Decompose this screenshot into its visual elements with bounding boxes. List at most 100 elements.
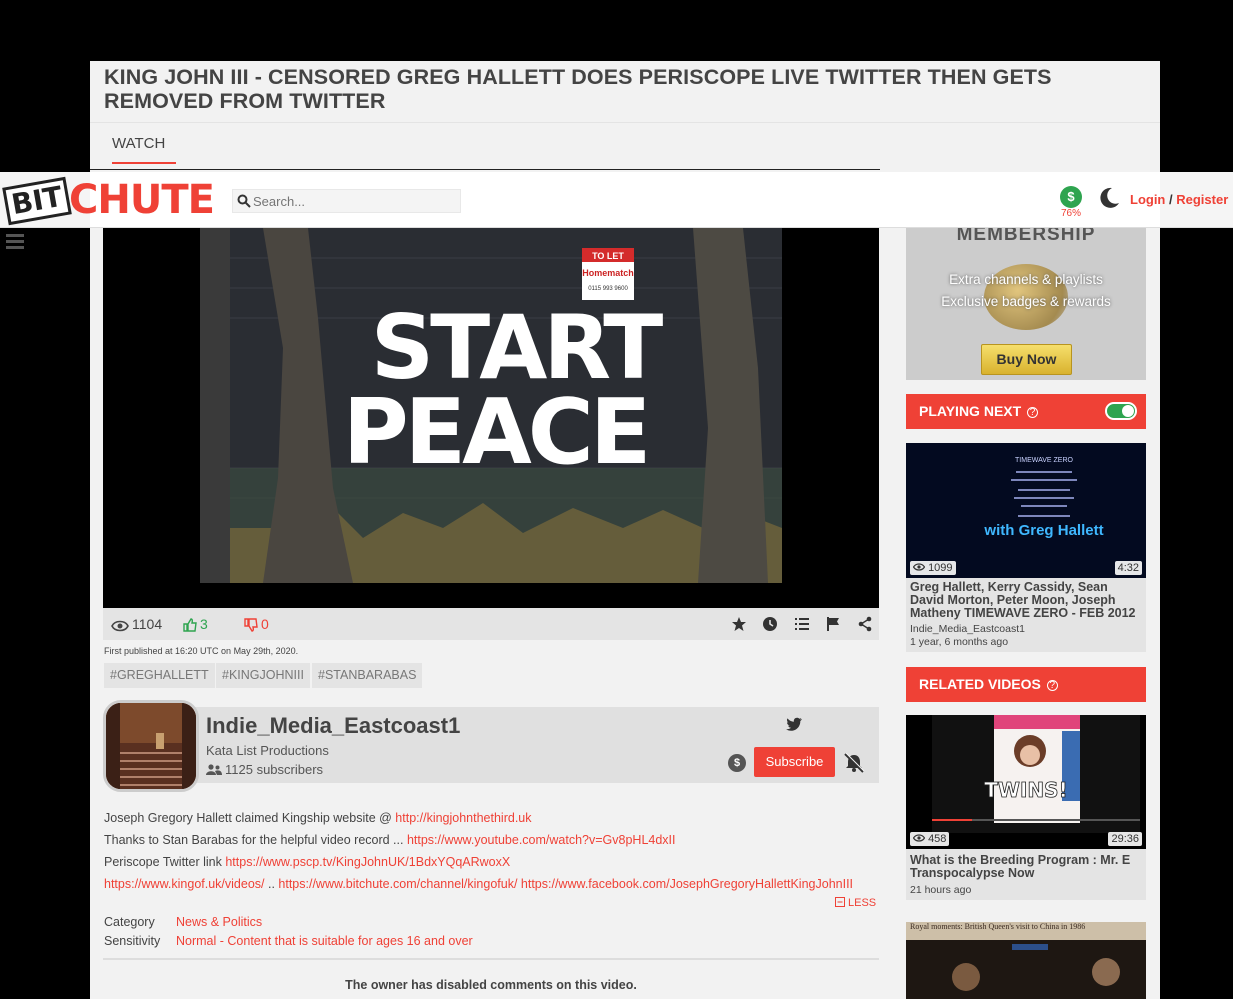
subscribe-button[interactable]: Subscribe [754,747,835,777]
video-player[interactable]: TO LET Homematch 0115 993 9600 START PEA… [103,228,879,608]
membership-title: MEMBERSHIP [956,228,1096,245]
published-date: First published at 16:20 UTC on May 29th… [104,646,299,656]
category-row: Category News & Politics [104,915,262,929]
video-frame: TO LET Homematch 0115 993 9600 START PEA… [103,228,879,608]
channel-avatar[interactable] [103,700,199,792]
category-link[interactable]: News & Politics [176,915,262,929]
video-thumbnail[interactable]: TIMEWAVE ZERO with Greg Hallett 1099 4:3… [906,443,1146,578]
video-stats-bar: 1104 3 0 [103,608,879,640]
channel-box: Indie_Media_Eastcoast1 Kata List Product… [103,700,879,792]
description-line: Thanks to Stan Barabas for the helpful v… [104,833,676,847]
thumb-caption: TWINS! [984,778,1067,802]
eye-icon [912,563,926,571]
category-label: Category [104,915,155,929]
autoplay-toggle[interactable] [1105,402,1137,420]
video-age: 21 hours ago [910,884,972,896]
thumb-caption: Royal moments: British Queen's visit to … [910,922,1085,931]
description-link[interactable]: https://www.kingof.uk/videos/ [104,877,265,891]
thumbs-down-icon [244,618,258,632]
wallet-button[interactable]: $ 76% [1058,186,1084,224]
share-icon[interactable] [857,616,873,632]
video-age: 1 year, 6 months ago [910,636,1009,648]
description-line: https://www.kingof.uk/videos/ .. https:/… [104,877,854,891]
video-thumbnail[interactable]: Royal moments: British Queen's visit to … [906,922,1146,999]
collapse-icon [835,897,845,907]
next-video-card[interactable]: TIMEWAVE ZERO with Greg Hallett 1099 4:3… [906,443,1146,652]
search-input[interactable] [253,192,453,210]
login-link[interactable]: Login [1130,192,1165,207]
description-line: Joseph Gregory Hallett claimed Kingship … [104,811,532,825]
tag-link[interactable]: #STANBARABAS [312,663,423,688]
show-less-button[interactable]: LESS [835,897,876,909]
logo-chute: CHUTE [69,177,215,223]
twitter-icon[interactable] [786,717,802,731]
login-register: Login / Register [1130,192,1228,207]
related-videos-header: RELATED VIDEOS ? [906,667,1146,702]
sign-brand: Homematch [582,268,634,278]
subscriber-count: 1125 subscribers [206,762,323,777]
comments-disabled-notice: The owner has disabled comments on this … [345,978,637,992]
tab-row: WATCH [90,122,1160,169]
moon-icon[interactable] [1097,186,1121,210]
search-icon [237,194,251,208]
channel-link[interactable]: Indie_Media_Eastcoast1 [906,620,1146,636]
tab-watch[interactable]: WATCH [112,135,176,164]
star-icon[interactable] [731,616,747,632]
view-count: 1104 [111,615,162,633]
hamburger-menu-icon[interactable] [6,234,24,250]
divider [103,958,879,960]
description-link[interactable]: http://kingjohnthethird.uk [395,811,531,825]
video-title-link[interactable]: Greg Hallett, Kerry Cassidy, Sean David … [906,578,1146,620]
search-box[interactable] [232,189,461,213]
views-badge: 458 [910,832,950,846]
membership-line: Exclusive badges & rewards [941,294,1111,309]
tag-link[interactable]: #GREGHALLETT [104,663,215,688]
dislike-button[interactable]: 0 [244,615,269,633]
mural-peace: PEACE [343,380,648,485]
related-video-card[interactable]: Royal moments: British Queen's visit to … [906,922,1146,999]
tag-link[interactable]: #KINGJOHNIII [216,663,310,688]
description-link[interactable]: https://www.bitchute.com/channel/kingofu… [278,877,517,891]
divider [90,169,880,170]
like-button[interactable]: 3 [183,615,208,633]
flag-icon[interactable] [825,616,841,632]
sensitivity-row: Sensitivity Normal - Content that is sui… [104,934,473,948]
help-icon[interactable]: ? [1046,680,1058,691]
views-badge: 1099 [910,561,956,575]
users-icon [206,764,222,775]
channel-owner: Kata List Productions [206,743,329,758]
eye-icon [912,834,926,842]
video-thumbnail[interactable]: TWINS! 458 29:36 [906,715,1146,849]
video-title-link[interactable]: What is the Breeding Program : Mr. E Tra… [906,849,1146,880]
playlist-icon[interactable] [794,616,810,632]
clock-icon[interactable] [762,616,778,632]
notification-bell-off-icon[interactable] [843,753,865,773]
duration-badge: 4:32 [1114,561,1142,575]
register-link[interactable]: Register [1176,192,1228,207]
related-video-card[interactable]: TWINS! 458 29:36 What is the Breeding Pr… [906,715,1146,900]
membership-banner[interactable]: MEMBERSHIP Extra channels & playlists Ex… [906,228,1146,380]
tip-dollar-icon[interactable]: $ [728,754,746,772]
sign-to-let: TO LET [592,251,624,261]
sign-phone: 0115 993 9600 [588,286,628,292]
video-title: KING JOHN III - CENSORED GREG HALLETT DO… [104,65,1052,113]
help-icon[interactable]: ? [1027,407,1039,418]
description-link[interactable]: https://www.youtube.com/watch?v=Gv8pHL4d… [407,833,676,847]
thumb-caption: TIMEWAVE ZERO [1015,457,1074,464]
sensitivity-link[interactable]: Normal - Content that is suitable for ag… [176,934,473,948]
thumbs-up-icon [183,618,197,632]
description-link[interactable]: https://www.facebook.com/JosephGregoryHa… [521,877,853,891]
bitchute-logo[interactable]: BIT CHUTE [2,176,217,226]
channel-name[interactable]: Indie_Media_Eastcoast1 [206,713,460,739]
thumbnail-image: TWINS! [906,715,1146,849]
dollar-icon: $ [1060,186,1082,208]
description-link[interactable]: https://www.pscp.tv/KingJohnUK/1BdxYQqAR… [225,855,510,869]
site-header: BIT CHUTE $ 76% Login / Register [0,172,1233,228]
thumbnail-image: Royal moments: British Queen's visit to … [906,922,1146,999]
eye-icon [111,620,129,632]
membership-line: Extra channels & playlists [949,272,1103,287]
duration-badge: 29:36 [1108,832,1142,846]
wallet-percent: 76% [1060,208,1081,219]
sensitivity-label: Sensitivity [104,934,161,948]
buy-now-button[interactable]: Buy Now [981,344,1072,375]
